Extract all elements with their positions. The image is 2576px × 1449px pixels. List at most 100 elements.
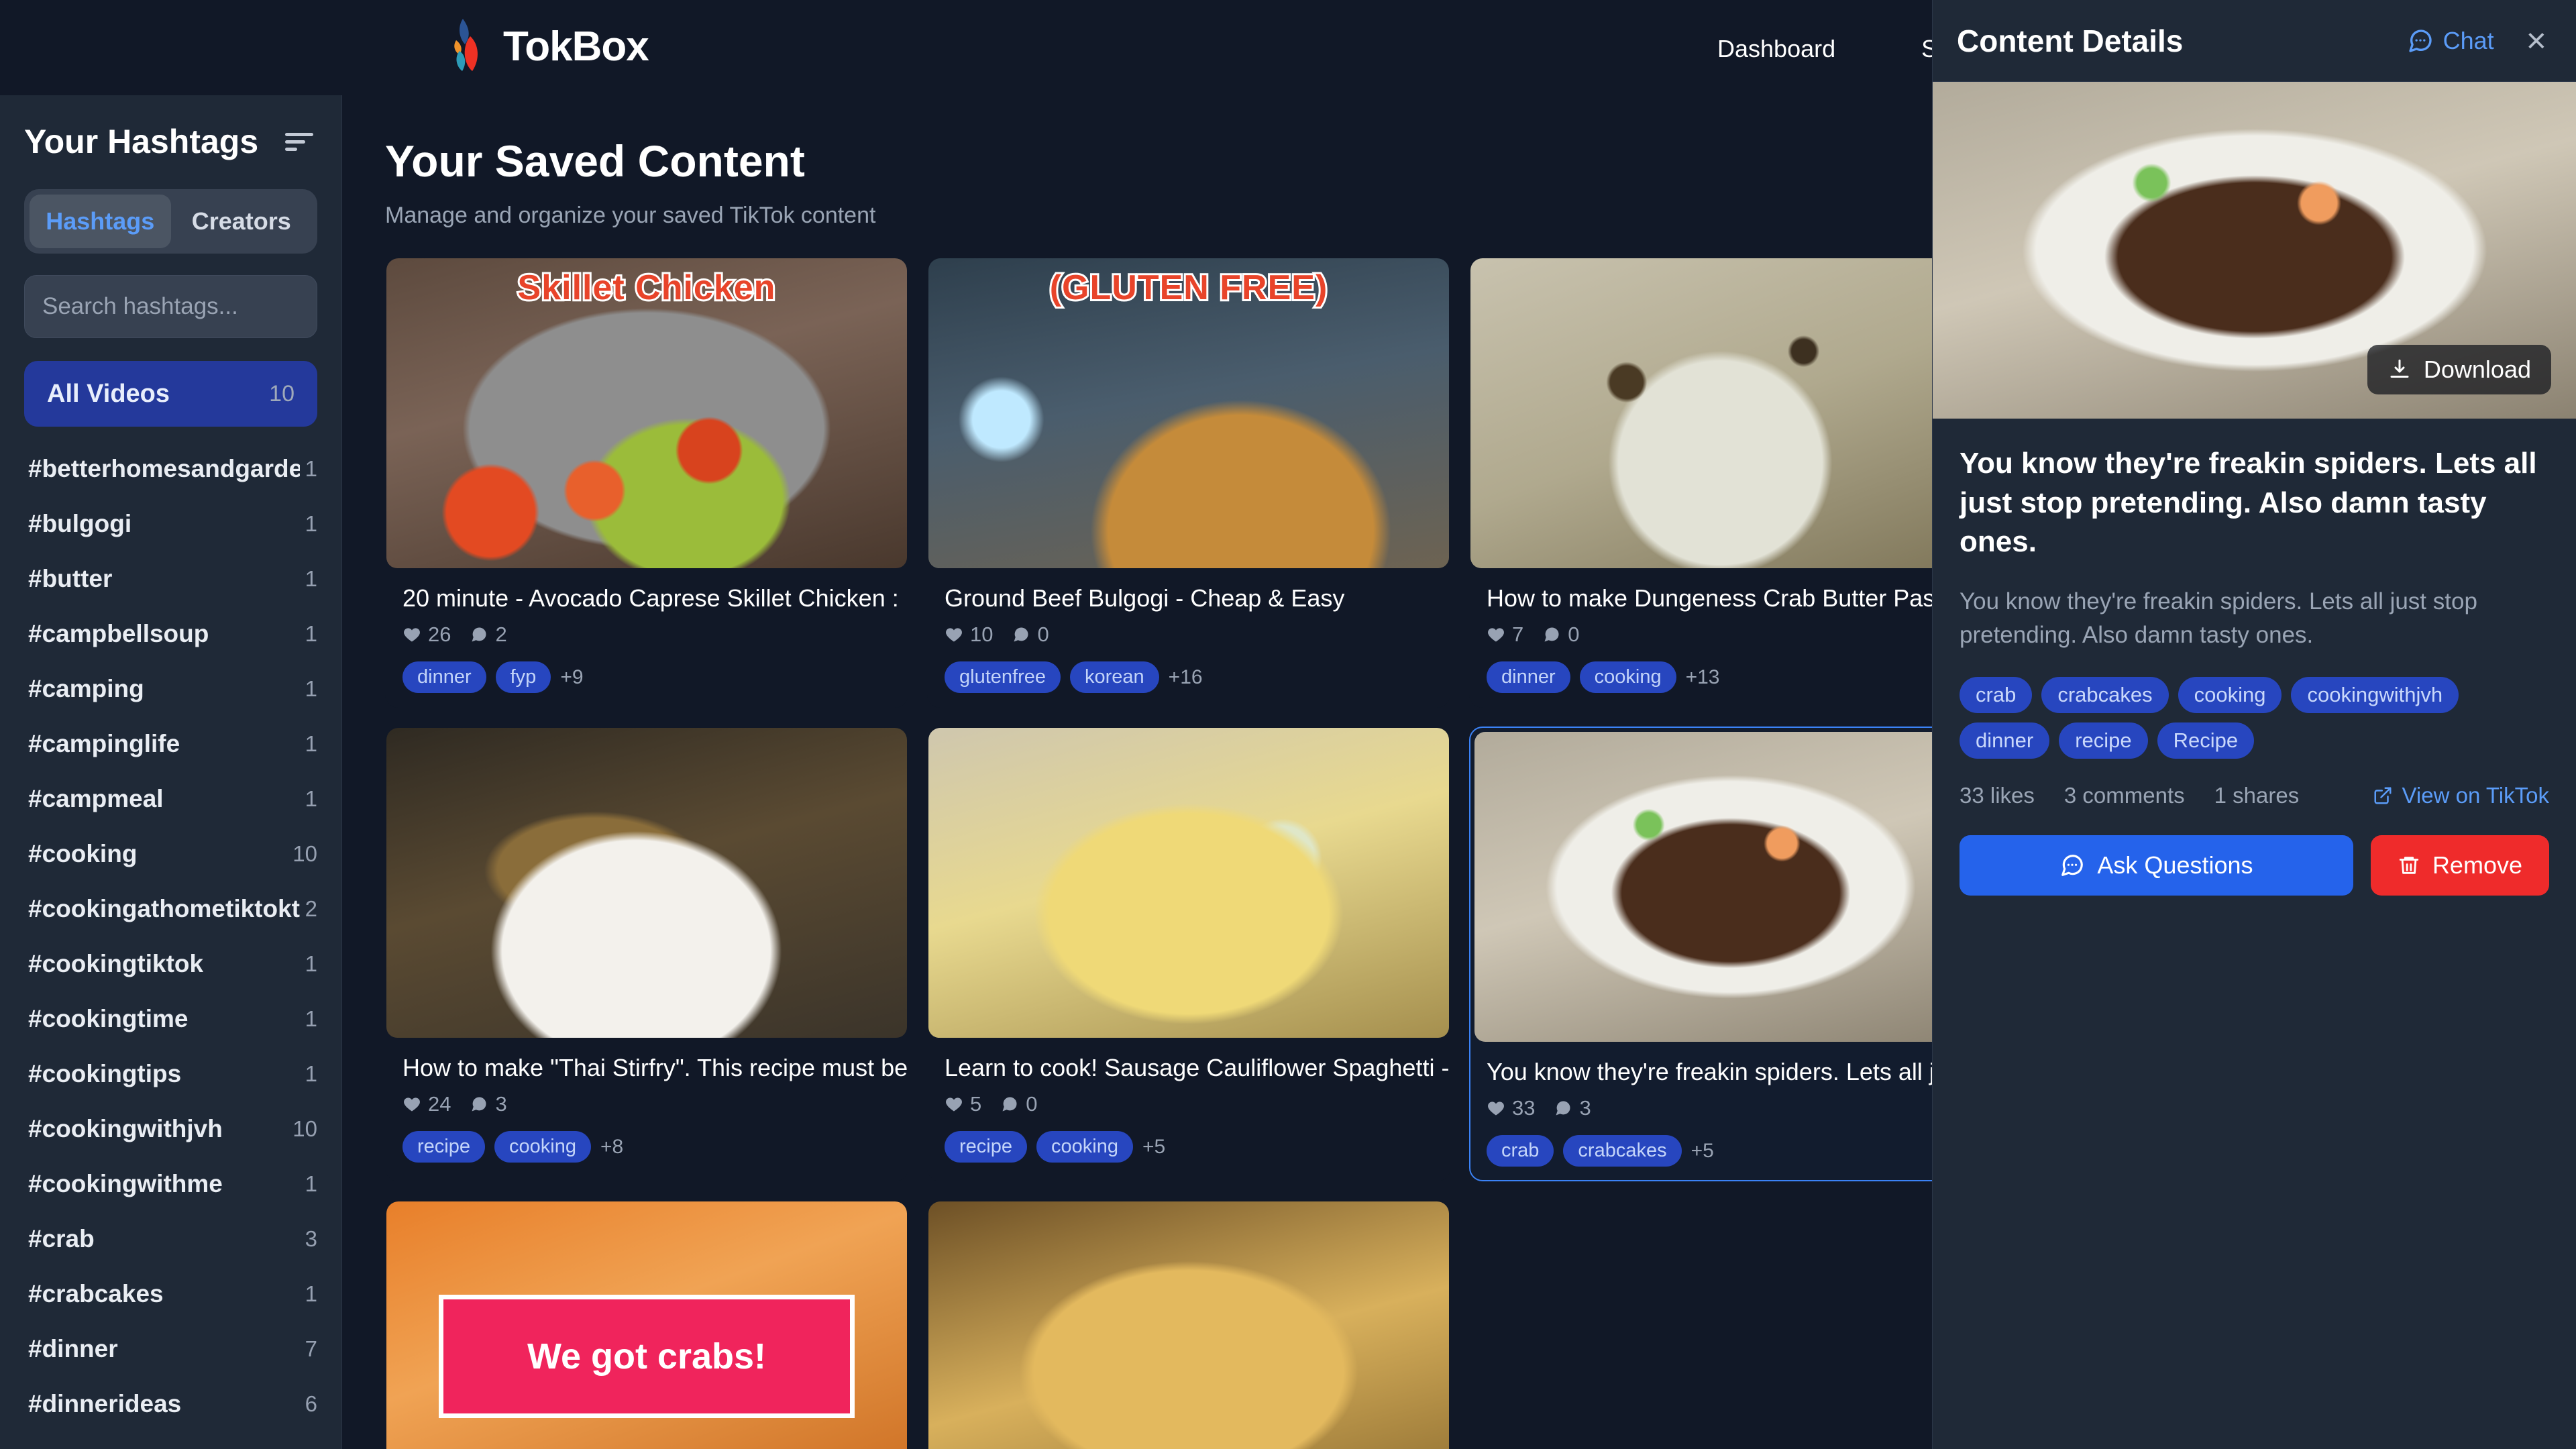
search-hashtags-input[interactable]	[24, 275, 317, 338]
view-on-tiktok-link[interactable]: View on TikTok	[2373, 783, 2550, 808]
close-icon[interactable]: ×	[2526, 23, 2546, 58]
hashtag-count: 1	[305, 1171, 317, 1196]
card-thumbnail[interactable]	[928, 1201, 1449, 1449]
content-card[interactable]: How to make "Thai Stirfry". This recipe …	[385, 727, 908, 1181]
card-tag-list: recipe cooking +8	[386, 1116, 907, 1163]
comment-icon	[472, 627, 486, 642]
card-tag[interactable]: cooking	[1036, 1131, 1133, 1163]
card-tag[interactable]: korean	[1070, 661, 1159, 693]
sidebar-item-hashtag[interactable]: #crab 3	[0, 1212, 341, 1267]
detail-likes: 33 likes	[1960, 783, 2035, 808]
card-tag-more: +8	[600, 1135, 624, 1158]
card-tag[interactable]: cooking	[494, 1131, 591, 1163]
content-card[interactable]: (GLUTEN FREE) Ground Beef Bulgogi - Cheap…	[927, 257, 1450, 708]
chat-button[interactable]: Chat	[2407, 27, 2494, 55]
hashtag-label: #campmeal	[28, 785, 164, 812]
sidebar-item-hashtag[interactable]: #cookingtips 1	[0, 1046, 341, 1102]
sidebar-item-hashtag[interactable]: #crabcakes 1	[0, 1267, 341, 1322]
download-label: Download	[2423, 356, 2531, 383]
hashtag-label: #cookingtime	[28, 1005, 189, 1032]
hashtag-label: #campbellsoup	[28, 620, 209, 647]
card-tag[interactable]: glutenfree	[945, 661, 1061, 693]
detail-tag[interactable]: recipe	[2059, 722, 2148, 759]
content-card[interactable]: We got crabs!	[385, 1200, 908, 1449]
detail-tag[interactable]: cookingwithjvh	[2291, 677, 2459, 714]
sidebar-item-hashtag[interactable]: #campinglife 1	[0, 716, 341, 771]
sidebar-item-hashtag[interactable]: #bulgogi 1	[0, 496, 341, 551]
sidebar-item-hashtag[interactable]: #betterhomesandgardens1	[0, 441, 341, 496]
card-title: Learn to cook! Sausage Cauliflower Spagh…	[945, 1054, 1449, 1081]
heart-icon	[404, 1097, 420, 1112]
sidebar-item-hashtag[interactable]: #dinner 7	[0, 1322, 341, 1377]
card-comments: 2	[470, 623, 507, 647]
ask-questions-button[interactable]: Ask Questions	[1960, 835, 2353, 896]
sidebar-item-hashtag[interactable]: #camping 1	[0, 661, 341, 716]
card-likes-count: 24	[428, 1092, 451, 1116]
card-thumbnail[interactable]	[928, 728, 1449, 1038]
sidebar-item-hashtag[interactable]: #cooking 10	[0, 826, 341, 881]
card-thumbnail[interactable]	[1474, 732, 1932, 1042]
hashtag-label: #cookingtiktok	[28, 950, 204, 977]
card-thumbnail[interactable]: Skillet Chicken	[386, 258, 907, 568]
remove-button[interactable]: Remove	[2370, 835, 2549, 896]
sidebar: Your Hashtags Hashtags Creators All Vide…	[0, 90, 342, 1449]
chat-button-label: Chat	[2443, 26, 2494, 54]
heart-icon	[946, 1097, 962, 1112]
card-tag[interactable]: cooking	[1579, 661, 1676, 693]
card-tag[interactable]: fyp	[495, 661, 551, 693]
page-subtitle: Manage and organize your saved TikTok co…	[385, 203, 876, 228]
sidebar-item-hashtag[interactable]: #dinnerideas 6	[0, 1377, 341, 1432]
hashtag-label: #dinner	[28, 1335, 118, 1362]
hashtag-count: 1	[305, 951, 317, 976]
card-thumbnail[interactable]	[386, 728, 907, 1038]
sidebar-item-hashtag[interactable]: #cookingathometiktoktv 2	[0, 881, 341, 936]
sidebar-item-hashtag[interactable]: #butter 1	[0, 551, 341, 606]
download-button[interactable]: Download	[2367, 345, 2551, 394]
heart-icon	[404, 628, 420, 642]
card-comments-count: 0	[1026, 1092, 1038, 1116]
content-card[interactable]: You know they're freakin spiders. Lets a…	[1469, 727, 1932, 1181]
card-thumbnail[interactable]: (GLUTEN FREE)	[928, 258, 1449, 568]
sidebar-item-hashtag[interactable]: #cookingtiktok 1	[0, 936, 341, 991]
card-tag[interactable]: dinner	[1487, 661, 1570, 693]
sidebar-item-hashtag[interactable]: #campmeal 1	[0, 771, 341, 826]
card-likes-count: 26	[428, 623, 451, 646]
card-thumbnail[interactable]	[1470, 258, 1932, 568]
detail-description: You know they're freakin spiders. Lets a…	[1960, 588, 2477, 649]
content-card[interactable]: Skillet Chicken 20 minute - Avocado Capre…	[385, 257, 908, 708]
tokbox-logo-icon	[454, 19, 478, 71]
card-title: Ground Beef Bulgogi - Cheap & Easy	[945, 584, 1345, 612]
card-tag[interactable]: crabcakes	[1563, 1135, 1682, 1167]
sidebar-item-hashtag[interactable]: #cookingtime 1	[0, 991, 341, 1046]
brand[interactable]: TokBox	[443, 17, 649, 75]
sidebar-item-all-videos[interactable]: All Videos 10	[24, 361, 317, 427]
content-card[interactable]: Learn to cook! Sausage Cauliflower Spagh…	[927, 727, 1450, 1181]
detail-tag-list: crab crabcakes cooking cookingwithjvh dinner…	[1960, 677, 2549, 759]
detail-tag[interactable]: crab	[1960, 677, 2033, 714]
detail-tag[interactable]: dinner	[1960, 722, 2050, 759]
sort-icon[interactable]	[284, 130, 315, 153]
view-on-tiktok-label: View on TikTok	[2402, 783, 2550, 808]
detail-tag[interactable]: cooking	[2178, 677, 2282, 714]
card-title: 20 minute - Avocado Caprese Skillet Chic…	[402, 584, 907, 612]
content-card[interactable]: How to make Dungeness Crab Butter Pasta.…	[1469, 257, 1932, 708]
card-tag[interactable]: dinner	[402, 661, 486, 693]
tab-creators[interactable]: Creators	[171, 195, 313, 248]
sidebar-item-hashtag[interactable]: #campbellsoup 1	[0, 606, 341, 661]
comment-icon	[1556, 1101, 1570, 1116]
card-tag[interactable]: recipe	[402, 1131, 485, 1163]
sidebar-item-hashtag[interactable]: #cookingwithjvh 10	[0, 1102, 341, 1157]
hashtag-count: 3	[305, 1226, 317, 1251]
card-tag[interactable]: crab	[1487, 1135, 1554, 1167]
detail-stats: 33 likes 3 comments 1 shares View on Tik…	[1960, 783, 2549, 808]
detail-tag[interactable]: Recipe	[2157, 722, 2255, 759]
tab-hashtags[interactable]: Hashtags	[30, 195, 171, 248]
search-container	[24, 275, 317, 338]
detail-tag[interactable]: crabcakes	[2041, 677, 2169, 714]
card-thumbnail[interactable]: We got crabs!	[386, 1201, 907, 1449]
card-tag-list: dinner fyp +9	[386, 647, 907, 693]
content-card[interactable]	[927, 1200, 1450, 1449]
nav-link-dashboard[interactable]: Dashboard	[1717, 35, 1835, 63]
card-tag[interactable]: recipe	[945, 1131, 1027, 1163]
sidebar-item-hashtag[interactable]: #cookingwithme 1	[0, 1157, 341, 1212]
